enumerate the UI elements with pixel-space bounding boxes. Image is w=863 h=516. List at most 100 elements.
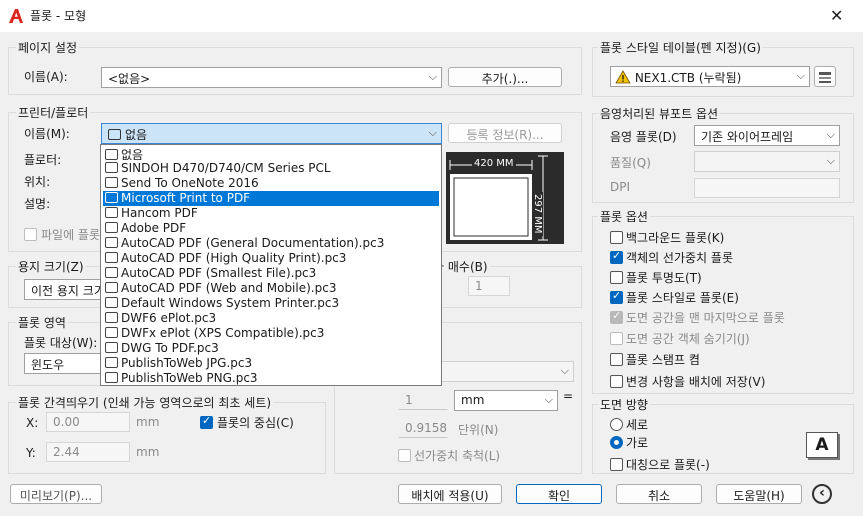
apply-to-layout-button[interactable]: 배치에 적용(U) [398,484,502,504]
printer-option[interactable]: AutoCAD PDF (High Quality Print).pc3 [103,251,439,266]
printer-option-label: Adobe PDF [121,221,187,235]
printer-option-label: PublishToWeb PNG.pc3 [121,371,258,385]
paper-size-label: 용지 크기(Z) [16,258,86,275]
landscape-radio[interactable] [610,436,623,449]
copies-input[interactable]: 1 [468,276,510,296]
printer-icon [105,177,118,188]
printer-option[interactable]: AutoCAD PDF (Web and Mobile).pc3 [103,281,439,296]
plot-transparency-label: 플롯 투명도(T) [626,271,702,285]
scale-equals: = [563,389,574,403]
chevron-down-icon: ⌵ [544,393,553,406]
scale-units-label: 단위(N) [458,423,499,437]
printer-option[interactable]: Send To OneNote 2016 [103,176,439,191]
upside-down-checkbox[interactable] [610,458,623,471]
dpi-input[interactable] [694,178,840,198]
collapse-options-icon[interactable]: ‹ [812,484,832,504]
quality-select[interactable]: ⌵ [694,151,840,172]
printer-option[interactable]: AutoCAD PDF (Smallest File).pc3 [103,266,439,281]
printer-properties-button[interactable]: 등록 정보(R)... [448,123,562,143]
printer-option[interactable]: Microsoft Print to PDF [103,191,439,206]
paperspace-last-checkbox[interactable] [610,309,623,324]
preview-button[interactable]: 미리보기(P)... [10,484,102,504]
scale-units-input[interactable]: 0.9158 [398,418,448,438]
printer-option[interactable]: Hancom PDF [103,206,439,221]
scale-lineweights-checkbox[interactable] [398,449,411,462]
scale-lineweights-label: 선가중치 축척(L) [414,449,501,463]
scale-unit-select[interactable]: mm ⌵ [454,390,558,411]
printer-icon [105,149,118,160]
printer-option-label: Default Windows System Printer.pc3 [121,296,340,310]
printer-icon [108,129,121,140]
scale-value-input[interactable]: 1 [398,390,448,410]
paperspace-last-label: 도면 공간을 맨 마지막으로 플롯 [626,311,785,325]
printer-icon [105,327,118,338]
printer-option[interactable]: Adobe PDF [103,221,439,236]
shade-plot-label: 음영 플롯(D) [610,130,677,144]
printer-option[interactable]: 없음 [103,146,439,162]
printer-option-label: DWG To PDF.pc3 [121,341,219,355]
printer-icon [105,252,118,263]
plot-transparency-checkbox[interactable] [610,271,623,284]
plotter-label: 플로터: [24,153,62,167]
printer-icon [105,222,118,233]
printer-name-select[interactable]: 없음 ⌵ [101,123,442,144]
printer-icon [105,237,118,248]
portrait-radio[interactable] [610,418,623,431]
printer-dropdown-list: 없음 SINDOH D470/D740/CM Series PCL Send To … [100,144,442,386]
printer-option-label: AutoCAD PDF (General Documentation).pc3 [121,236,385,250]
printer-icon [105,372,118,383]
table-edit-icon [819,72,831,83]
offset-x-unit: mm [136,415,160,429]
help-button[interactable]: 도움말(H) [716,484,802,504]
shade-plot-select[interactable]: 기존 와이어프레임 ⌵ [694,125,840,146]
background-plot-checkbox[interactable] [610,231,623,244]
ok-button[interactable]: 확인 [516,484,602,504]
printer-option[interactable]: AutoCAD PDF (General Documentation).pc3 [103,236,439,251]
title-bar: 플롯 - 모형 ✕ [0,0,863,32]
printer-option[interactable]: DWG To PDF.pc3 [103,341,439,356]
orientation-label: 도면 방향 [598,396,650,413]
page-setup-name-select[interactable]: <없음> ⌵ [101,67,442,88]
chevron-down-icon: ⌵ [826,128,835,141]
printer-option[interactable]: DWF6 ePlot.pc3 [103,311,439,326]
plot-stamp-checkbox[interactable] [610,353,623,366]
background-plot-label: 백그라운드 플롯(K) [626,231,725,245]
printer-name-label: 이름(M): [24,127,70,141]
chevron-down-icon: ⌵ [428,126,437,139]
printer-option-label: AutoCAD PDF (High Quality Print).pc3 [121,251,347,265]
plot-stamp-label: 플롯 스탬프 켬 [626,353,700,367]
plot-with-styles-label: 플롯 스타일로 플롯(E) [626,291,739,305]
save-to-layout-checkbox[interactable] [610,375,623,388]
printer-option[interactable]: SINDOH D470/D740/CM Series PCL [103,161,439,176]
preview-width-label: 420 MM [472,158,516,169]
printer-option[interactable]: PublishToWeb JPG.pc3 [103,356,439,371]
description-label: 설명: [24,197,51,211]
printer-label: 프린터/플로터 [16,104,91,121]
plot-style-table-select[interactable]: NEX1.CTB (누락됨) ⌵ [610,66,810,87]
dpi-label: DPI [610,180,631,194]
plot-with-styles-checkbox[interactable] [610,289,623,304]
plot-offset-label: 플롯 간격띄우기 (인쇄 가능 영역으로의 최초 세트) [16,394,274,411]
printer-option[interactable]: DWFx ePlot (XPS Compatible).pc3 [103,326,439,341]
printer-option-label: AutoCAD PDF (Smallest File).pc3 [121,266,317,280]
warning-icon [615,70,631,84]
plot-lineweights-checkbox[interactable] [610,249,623,264]
printer-option-label: Send To OneNote 2016 [121,176,259,190]
printer-option[interactable]: PublishToWeb PNG.pc3 [103,371,439,386]
chevron-down-icon: ⌵ [796,69,805,82]
add-page-setup-button[interactable]: 추가(.)... [448,67,562,87]
printer-icon [105,192,118,203]
chevron-down-icon: ⌵ [560,364,569,377]
plot-to-file-checkbox[interactable] [24,228,37,241]
preview-height-label: 297 MM [532,192,543,236]
plot-options-label: 플롯 옵션 [598,208,650,225]
printer-option[interactable]: Default Windows System Printer.pc3 [103,296,439,311]
center-plot-checkbox[interactable] [200,414,213,429]
offset-x-input[interactable]: 0.00 [46,412,130,432]
cancel-button[interactable]: 취소 [616,484,702,504]
offset-y-input[interactable]: 2.44 [46,442,130,462]
center-plot-label: 플롯의 중심(C) [217,416,294,430]
hide-paperspace-checkbox[interactable] [610,332,623,345]
edit-plot-style-button[interactable] [814,66,836,87]
close-icon[interactable]: ✕ [830,6,843,25]
